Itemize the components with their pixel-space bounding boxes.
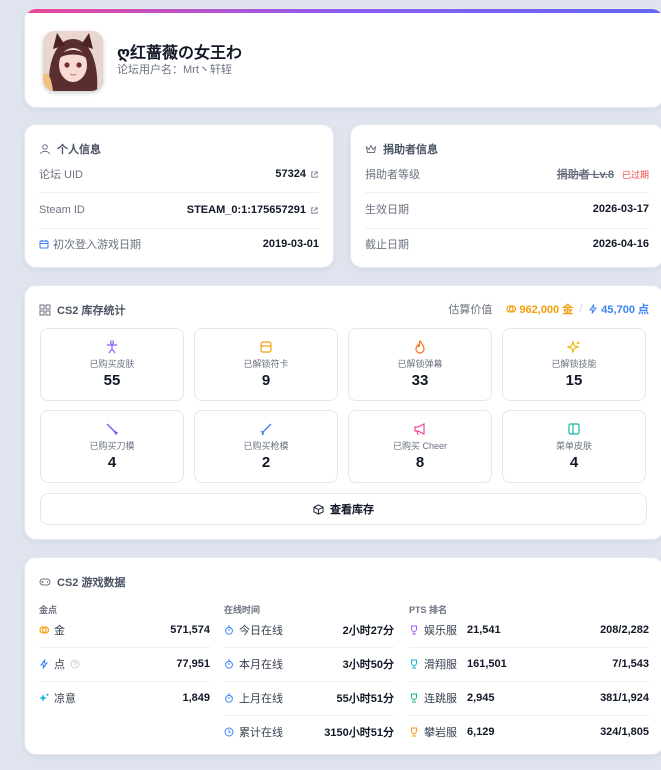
today-online-row: 今日在线 2小时27分: [224, 613, 394, 647]
trophy-icon: [411, 727, 417, 737]
stopwatch-icon: [225, 659, 233, 669]
inventory-card: CS2 库存统计 估算价值 962,000 金 / 45,700 点 已购买皮肤…: [24, 285, 661, 540]
expired-badge: 已过期: [621, 169, 649, 180]
uid-link[interactable]: 57324: [275, 168, 319, 180]
box-icon: [313, 503, 324, 515]
tile-cheer[interactable]: 已购买 Cheer 8: [348, 410, 492, 483]
estimated-value: 估算价值 962,000 金 / 45,700 点: [448, 303, 649, 316]
cool-row: 凉意 1,849: [39, 681, 210, 715]
expire-date-label: 截止日期: [365, 239, 409, 251]
tile-skills[interactable]: 已解锁技能 15: [502, 328, 646, 401]
total-online-value: 3150小时51分: [324, 727, 394, 739]
tile-knives[interactable]: 已购买刀模 4: [40, 410, 184, 483]
first-login-value: 2019-03-01: [262, 238, 319, 250]
trophy-icon: [411, 693, 417, 703]
expire-date-value: 2026-04-16: [592, 238, 649, 250]
profile-header-card: ღ红蔷薇の女王わ 论坛用户名：Mrt丶轩轾: [24, 8, 661, 108]
point-value: 77,951: [176, 658, 210, 670]
tile-menu-skin[interactable]: 菜单皮肤 4: [502, 410, 646, 483]
trophy-icon: [411, 625, 417, 635]
uid-row: 论坛 UID 57324: [39, 156, 319, 192]
pts-row-climb[interactable]: 攀岩服 6,129 324/1,805: [409, 715, 649, 749]
donor-info-title: 捐助者信息: [365, 141, 438, 157]
bolt-icon: [589, 304, 598, 314]
donor-level-label: 捐助者等级: [365, 169, 420, 181]
cool-value: 1,849: [182, 692, 210, 704]
flame-icon: [415, 340, 425, 354]
nickname: ღ红蔷薇の女王わ: [117, 43, 243, 62]
donor-level-row: 捐助者等级 捐助者 Lv.8 已过期: [365, 156, 649, 192]
tile-guns[interactable]: 已购买枪模 2: [194, 410, 338, 483]
lastmonth-online-row: 上月在线 55小时51分: [224, 681, 394, 715]
estimate-points: 45,700 点: [601, 304, 649, 316]
point-row: 点 ? 77,951: [39, 647, 210, 681]
external-link-icon: [311, 206, 318, 214]
personal-info-title: 个人信息: [39, 141, 101, 157]
uid-label: 论坛 UID: [39, 169, 83, 181]
crown-icon: [365, 144, 377, 153]
effective-date-value: 2026-03-17: [592, 203, 649, 215]
calendar-icon: [39, 240, 49, 249]
view-inventory-button[interactable]: 查看库存: [40, 493, 647, 525]
lastmonth-online-value: 55小时51分: [336, 693, 394, 705]
steam-id-row: Steam ID STEAM_0:1:175657291: [39, 192, 319, 228]
grid-icon: [39, 304, 51, 316]
card-icon: [260, 341, 272, 353]
knife-icon: [106, 423, 119, 436]
inventory-title: CS2 库存统计: [39, 302, 125, 318]
pts-row-entertainment[interactable]: 娱乐服 21,541 208/2,282: [409, 613, 649, 647]
megaphone-icon: [414, 423, 425, 436]
gold-value: 571,574: [170, 624, 210, 636]
stopwatch-icon: [225, 625, 233, 635]
gamepad-icon: [39, 578, 51, 586]
clock-icon: [224, 727, 234, 737]
gold-row: 金 571,574: [39, 613, 210, 647]
gradient-topbar: [25, 9, 661, 13]
trophy-icon: [411, 659, 417, 669]
sparkles-icon: [39, 693, 49, 702]
today-online-value: 2小时27分: [342, 625, 394, 637]
game-data-title: CS2 游戏数据: [39, 574, 125, 590]
user-icon: [40, 144, 50, 155]
game-data-card: CS2 游戏数据 金点 金 571,574 点 ? 77,951 凉意 1,84…: [24, 557, 661, 755]
stopwatch-icon: [225, 693, 233, 703]
month-online-value: 3小时50分: [342, 659, 394, 671]
effective-date-label: 生效日期: [365, 204, 409, 216]
panel-icon: [568, 423, 580, 435]
estimate-gold: 962,000 金: [519, 304, 574, 316]
external-link-icon: [311, 170, 318, 178]
personal-info-card: 个人信息 论坛 UID 57324 Steam ID STEAM_0:1:175…: [24, 124, 334, 268]
avatar[interactable]: [43, 31, 103, 91]
first-login-label: 初次登入游戏日期: [39, 236, 141, 252]
tile-barrage[interactable]: 已解锁弹幕 33: [348, 328, 492, 401]
coin-icon: [506, 305, 517, 313]
pts-row-bhop[interactable]: 连跳服 2,945 381/1,924: [409, 681, 649, 715]
figure-icon: [107, 340, 117, 354]
total-online-row: 累计在线 3150小时51分: [224, 715, 394, 749]
effective-date-row: 生效日期 2026-03-17: [365, 191, 649, 227]
help-icon[interactable]: ?: [70, 659, 80, 669]
month-online-row: 本月在线 3小时50分: [224, 647, 394, 681]
estimate-label: 估算价值: [448, 304, 493, 316]
coin-icon: [39, 626, 49, 634]
expire-date-row: 截止日期 2026-04-16: [365, 226, 649, 262]
tile-skins[interactable]: 已购买皮肤 55: [40, 328, 184, 401]
bolt-icon: [40, 659, 48, 669]
donor-info-card: 捐助者信息 捐助者等级 捐助者 Lv.8 已过期 生效日期 2026-03-17 …: [350, 124, 661, 268]
donor-level-value: 捐助者 Lv.8: [556, 169, 614, 181]
steam-id-link[interactable]: STEAM_0:1:175657291: [187, 204, 319, 216]
steam-id-label: Steam ID: [39, 204, 85, 216]
first-login-row: 初次登入游戏日期 2019-03-01: [39, 226, 319, 262]
gun-icon: [260, 423, 272, 436]
sparkles-icon: [567, 340, 580, 354]
forum-username: 论坛用户名：Mrt丶轩轾: [117, 64, 232, 76]
pts-row-glide[interactable]: 滑翔服 161,501 7/1,543: [409, 647, 649, 681]
tile-cards[interactable]: 已解锁符卡 9: [194, 328, 338, 401]
